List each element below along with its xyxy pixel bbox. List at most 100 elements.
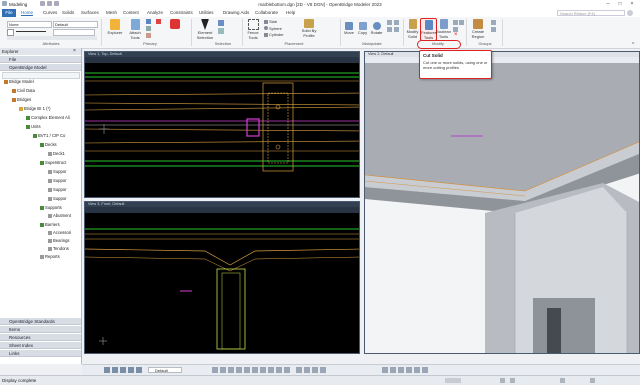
select-by-attr-icon[interactable] [218,28,224,34]
tree-node[interactable]: Decks [40,142,57,147]
view-control-icon[interactable] [136,367,142,373]
key-in-icon[interactable] [156,19,161,24]
snap-icon[interactable] [212,367,218,373]
view-control-icon[interactable] [104,367,110,373]
level-combo[interactable]: None [7,21,52,28]
snap-icon[interactable] [320,367,326,373]
maximize-icon[interactable]: □ [615,1,625,8]
tree-node[interactable]: Tendons [48,246,69,251]
references-icon[interactable] [146,33,151,38]
tree-node[interactable]: Bridge Br 1 (*) [19,106,51,111]
explorer-section-sheet-index[interactable]: Sheet Index [0,342,81,349]
snap-icon[interactable] [276,367,282,373]
view-3-front[interactable]: View 3, Front, Default [84,201,360,354]
tab-content[interactable]: Content [123,10,139,15]
features-tools-button[interactable]: Features Tools [420,18,437,41]
snap-icon[interactable] [260,367,266,373]
view-tool-icon[interactable] [414,367,420,373]
tree-node[interactable]: Supports [40,205,62,210]
tree-node[interactable]: Bearings [48,238,70,243]
tree-node[interactable]: Superstruct [40,160,66,165]
snap-icon[interactable] [284,367,290,373]
trim-icon[interactable] [453,20,458,25]
tab-file[interactable]: File [2,9,16,17]
tab-drawing-aids[interactable]: Drawing Aids [223,10,249,15]
tab-help[interactable]: Help [286,10,295,15]
linestyle-swatch[interactable] [16,31,46,32]
tree-node[interactable]: Units [26,124,41,129]
explorer-button[interactable]: Explorer [104,19,126,35]
view-control-icon[interactable] [120,367,126,373]
snap-icon[interactable] [268,367,274,373]
move-button[interactable]: Move [342,22,356,35]
view-tool-icon[interactable] [382,367,388,373]
lock-icon[interactable] [500,377,505,383]
status-indicator[interactable] [445,377,461,383]
explorer-close-icon[interactable]: × [73,48,76,55]
models-icon[interactable] [146,26,151,31]
view-1-top[interactable]: View 1, Top, Default [84,51,360,198]
minimize-icon[interactable]: – [603,1,613,8]
collapse-ribbon-icon[interactable]: ^ [632,42,634,48]
tab-collaborate[interactable]: Collaborate [255,10,278,15]
fence-tools-button[interactable]: Fence Tools [244,19,262,40]
cylinder-button[interactable]: Cylinder [264,32,294,39]
view-control-icon[interactable] [112,367,118,373]
ribbon-search-input[interactable]: Search Ribbon (F4) [557,10,625,16]
tab-curves[interactable]: Curves [43,10,57,15]
extend-icon[interactable] [459,20,464,25]
tree-node[interactable]: Suppor [48,178,67,183]
attach-tools-button[interactable]: Attach Tools [126,19,144,40]
tab-constraints[interactable]: Constraints [170,10,193,15]
view-tool-icon[interactable] [406,367,412,373]
explorer-section-resources[interactable]: Resources [0,334,81,341]
ungroup-icon[interactable] [491,27,496,32]
snap-icon[interactable] [304,367,310,373]
tree-node[interactable]: Suppor [48,196,67,201]
tree-node[interactable]: Abutment [48,213,71,218]
color-swatch[interactable] [7,29,14,36]
delete-icon[interactable]: × [454,32,458,38]
tree-node[interactable]: Bridges [12,97,31,102]
modify-solid-button[interactable]: Modify Solid [405,19,420,39]
snap-icon[interactable] [312,367,318,373]
tree-node[interactable]: Bridge Model [4,79,34,84]
tree-node[interactable]: Barriers [40,222,60,227]
explorer-section-standards[interactable]: OpenBridge Standards [0,318,81,325]
tab-analyze[interactable]: Analyze [147,10,163,15]
weight-combo[interactable] [53,29,95,36]
solid-by-profile-button[interactable]: Solid By Profile [296,19,322,38]
close-icon[interactable]: × [627,1,637,8]
tab-solids[interactable]: Solids [62,10,74,15]
mirror-icon[interactable] [394,20,399,25]
view-3-canvas[interactable] [85,213,360,354]
snap-icon[interactable] [244,367,250,373]
tree-node[interactable]: Civil Data [12,88,35,93]
tree-node[interactable]: Suppor [48,169,67,174]
select-all-icon[interactable] [218,20,224,26]
user-avatar[interactable] [627,10,633,16]
create-region-button[interactable]: Create Region [467,19,489,39]
tree-node[interactable]: Deck1 [48,151,65,156]
view-1-canvas[interactable] [85,63,360,198]
tree-node[interactable]: BVT1 / CIP Co [33,133,65,138]
array-icon[interactable] [394,27,399,32]
explorer-section-links[interactable]: Links [0,350,81,357]
snap-icon[interactable] [252,367,258,373]
view-2-isometric[interactable]: View 2, Default [364,51,640,354]
tree-node[interactable]: Complex Element Ali [26,115,70,120]
level-icon[interactable] [560,377,565,383]
message-icon[interactable] [510,377,515,383]
level-display-icon[interactable] [146,19,151,24]
snap-icon[interactable] [236,367,242,373]
view-control-icon[interactable] [128,367,134,373]
tab-utilities[interactable]: Utilities [199,10,214,15]
boolean-tools-button[interactable]: Boolean Tools [436,19,451,39]
style-combo[interactable]: Default [53,21,98,28]
element-selection-button[interactable]: Element Selection [194,19,216,40]
tab-surfaces[interactable]: Surfaces [81,10,99,15]
rotate-button[interactable]: Rotate [369,22,384,35]
tab-home[interactable]: Home [21,10,34,16]
popset-icon[interactable] [170,19,180,29]
tab-mesh[interactable]: Mesh [106,10,117,15]
